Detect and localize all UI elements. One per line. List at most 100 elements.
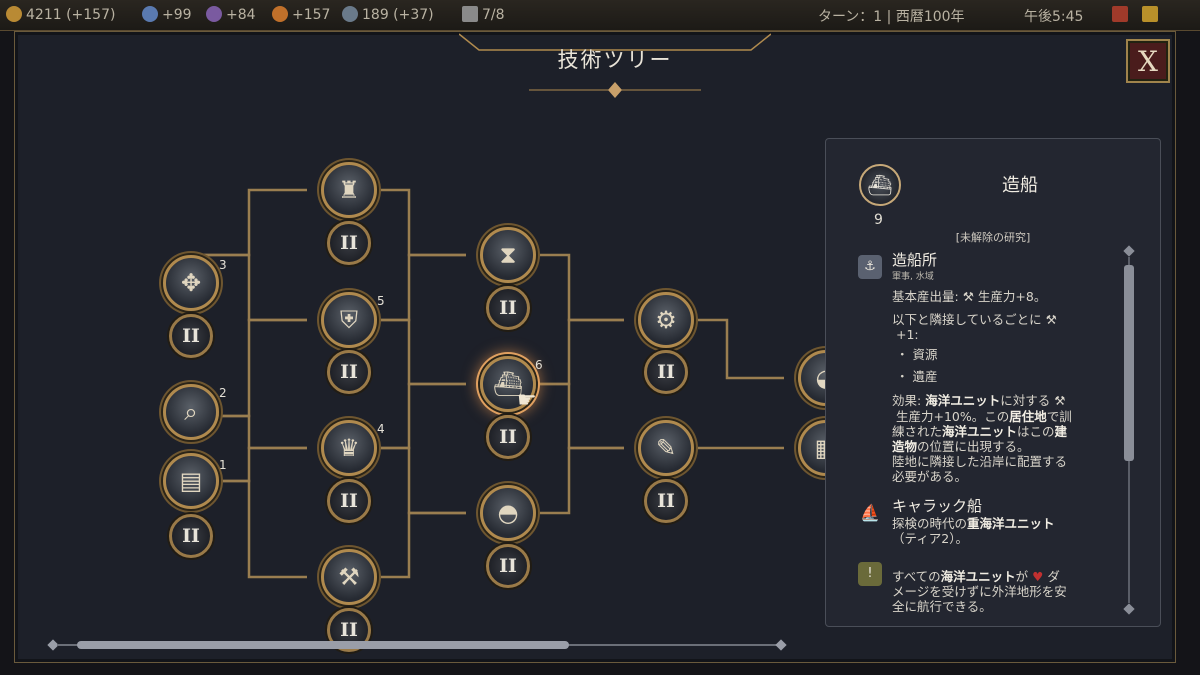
settlement-term: 居住地 <box>1009 409 1047 424</box>
tools-icon: ✥ <box>180 269 202 297</box>
base-output: 基本産出量: ⚒ 生産力+8。 <box>892 289 1046 304</box>
telescope-icon: ⌕ <box>184 398 198 426</box>
effect-line-3: 練された海洋ユニットはこの建 <box>892 424 1067 439</box>
ability-line-2: メージを受けずに外洋地形を安 <box>892 584 1067 599</box>
shipyard-icon: ⚓ <box>858 255 882 279</box>
globe-icon <box>342 6 358 22</box>
tech-node-fortification[interactable]: ♜ <box>321 162 377 218</box>
tech-node-mechanics[interactable]: ⚙ <box>638 292 694 348</box>
notification-icon[interactable] <box>1112 6 1128 22</box>
ship-hull-icon: ⛴ <box>859 164 901 206</box>
gold-icon <box>6 6 22 22</box>
mastery-badge[interactable]: II <box>327 479 371 523</box>
ability-unit-term: 海洋ユニット <box>940 569 1016 584</box>
units-value: 7/8 <box>482 7 505 23</box>
tech-tree-canvas[interactable]: ✥ 3 II ⌕ 2 ▤ 1 II ♜ II ⛨ 5 II ♛ 4 II ⚒ I… <box>39 122 829 662</box>
culture-value: +84 <box>226 7 256 23</box>
compass-icon: ✎ <box>655 434 677 462</box>
mastery-badge[interactable]: II <box>486 415 530 459</box>
tech-node-masonry[interactable]: ✥ <box>163 255 219 311</box>
units-resource: 7/8 <box>462 6 505 23</box>
effect-line-6: 必要がある。 <box>892 469 968 484</box>
effect-text: で訓 <box>1046 409 1072 424</box>
mastery-badge[interactable]: II <box>644 350 688 394</box>
building-term: 建 <box>1054 424 1068 439</box>
sailing-ship-icon: ⛵ <box>860 503 880 522</box>
mastery-badge[interactable]: II <box>486 286 530 330</box>
tech-node-engineering[interactable]: ⚒ <box>321 549 377 605</box>
unit-count-icon <box>462 6 478 22</box>
mastery-badge[interactable]: II <box>644 479 688 523</box>
close-button[interactable]: X <box>1126 39 1170 83</box>
tech-node-telescope[interactable]: ⌕ <box>163 384 219 440</box>
tree-connectors <box>199 188 784 579</box>
effect-label: 効果: <box>892 393 922 408</box>
mastery-badge[interactable]: II <box>169 514 213 558</box>
effect-text: に対する <box>1000 393 1051 408</box>
culture-resource: +84 <box>206 6 256 23</box>
fortress-icon: ♜ <box>338 176 360 204</box>
tech-detail-panel: ⛴ 造船 9 [未解除の研究] ⚓ 造船所 軍事, 水域 基本産出量: ⚒ 生産… <box>825 138 1161 627</box>
tech-node-astronomy[interactable]: ⧗ <box>480 227 536 283</box>
tech-node-heraldry[interactable]: ⛨ <box>321 292 377 348</box>
base-output-label: 基本産出量: <box>892 289 959 304</box>
gears-icon: ⚙ <box>655 306 677 334</box>
unit-class-term: 重海洋ユニット <box>967 516 1055 531</box>
mastery-badge[interactable]: II <box>486 544 530 588</box>
scroll-up-arrow[interactable] <box>1123 245 1135 257</box>
hourglass-icon: ⧗ <box>499 241 517 269</box>
scroll-thumb[interactable] <box>1124 265 1134 461</box>
tricorn-hat-icon: ◓ <box>497 499 519 527</box>
hammer-icon: ⚒ <box>1045 312 1057 327</box>
scroll-right-arrow[interactable] <box>775 639 787 651</box>
unit-desc-line-1: 探検の時代の重海洋ユニット <box>892 516 1055 531</box>
tech-node-number: 1 <box>219 458 227 472</box>
effect-line-4: 造物の位置に出現する。 <box>892 439 1030 454</box>
gold-resource: 4211 (+157) <box>6 6 115 23</box>
turn-info: ターン：1 | 西暦100年 <box>818 9 965 25</box>
effect-text: 練された <box>892 424 943 439</box>
window-title: 技術ツリー <box>557 48 673 72</box>
building-tags: 軍事, 水域 <box>892 272 934 282</box>
mastery-badge[interactable]: II <box>327 350 371 394</box>
building-term: 造物 <box>892 439 918 454</box>
science-value: +99 <box>162 7 192 23</box>
tech-node-cartography[interactable]: ✎ <box>638 420 694 476</box>
tech-node-number: 3 <box>219 258 227 272</box>
ability-icon: ! <box>858 562 882 586</box>
tech-cost: 9 <box>874 212 883 228</box>
ability-line-3: 全に航行できる。 <box>892 599 992 614</box>
crossed-hammers-icon: ⚒ <box>338 563 360 591</box>
unit-desc-text: 探検の時代の <box>892 516 968 531</box>
building-name: 造船所 <box>892 251 938 269</box>
ability-text: が <box>1015 569 1029 584</box>
treasure-icon: ♛ <box>338 434 360 462</box>
menu-icon[interactable] <box>1142 6 1158 22</box>
influence-resource: 189 (+37) <box>342 6 434 23</box>
happiness-resource: +157 <box>272 6 330 23</box>
unit-name: キャラック船 <box>892 497 983 515</box>
science-flask-icon <box>142 6 158 22</box>
tech-node-map[interactable]: ▤ <box>163 453 219 509</box>
vertical-scrollbar[interactable] <box>1118 245 1140 615</box>
broken-heart-icon: ♥ <box>1032 569 1044 584</box>
tech-node-number: 4 <box>377 422 385 436</box>
tech-node-currency[interactable]: ♛ <box>321 420 377 476</box>
mastery-badge[interactable]: II <box>169 314 213 358</box>
effect-line-5: 陸地に隣接した沿岸に配置する <box>892 454 1068 469</box>
tech-name: 造船 <box>1002 175 1038 196</box>
scroll-thumb[interactable] <box>77 641 569 649</box>
ability-text: ダ <box>1047 569 1060 584</box>
mastery-badge[interactable]: II <box>327 221 371 265</box>
title-ornament: 技術ツリー <box>459 32 771 98</box>
base-output-value: 生産力+8。 <box>977 289 1047 304</box>
tech-node-navigation[interactable]: ◓ <box>480 485 536 541</box>
scroll-down-arrow[interactable] <box>1123 603 1135 615</box>
influence-value: 189 (+37) <box>362 7 434 23</box>
gold-value: 4211 (+157) <box>26 7 116 23</box>
adjacency-line-1: 以下と隣接しているごとに ⚒ <box>892 312 1057 327</box>
effect-line-1: 効果: 海洋ユニットに対する ⚒ <box>892 393 1065 408</box>
horizontal-scrollbar[interactable] <box>47 639 787 651</box>
adjacency-text: 以下と隣接しているごとに <box>892 312 1042 327</box>
ability-line-1: すべての海洋ユニットが ♥ ダ <box>892 569 1060 584</box>
